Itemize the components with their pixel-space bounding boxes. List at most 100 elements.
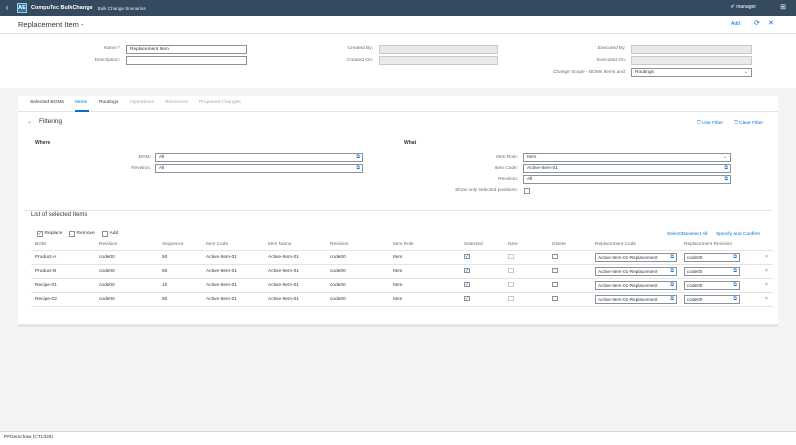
remove-row-icon[interactable]: × (765, 296, 768, 302)
cell-actions: × (761, 264, 773, 279)
add-option[interactable]: Add (102, 231, 118, 237)
cell-item-revision: code00 (326, 292, 389, 307)
clear-filter-button[interactable]: ⛉ Clear Filter (734, 120, 763, 126)
replacement-revision-input[interactable]: code00 ⧉ (684, 280, 740, 290)
replacement-code-input[interactable]: Active-Item-01-Replacement ⧉ (595, 266, 677, 276)
cell-item-code: Active-Item-01 (202, 250, 264, 265)
remove-option[interactable]: Remove (69, 231, 95, 237)
description-input[interactable] (126, 56, 247, 65)
apps-grid-icon[interactable]: ⊞ (780, 3, 786, 11)
bom-label: BOM: (138, 155, 151, 160)
tab-items[interactable]: Items (75, 100, 87, 105)
value-help-icon[interactable]: ⧉ (356, 154, 360, 161)
cell-item-name: Active-Item-01 (264, 278, 326, 293)
value-help-icon[interactable]: ⧉ (733, 296, 737, 303)
value-help-icon[interactable]: ⧉ (670, 296, 674, 303)
replacement-revision-input[interactable]: code00 ⧉ (684, 266, 740, 276)
table-row: Product-B code00 50 Active-Item-01 Activ… (31, 264, 773, 279)
footer-status: PFDemchaw (CTL028) (4, 435, 54, 440)
clear-filter-label: Clear Filter (739, 121, 763, 126)
cell-item-role: Item (389, 292, 460, 307)
value-help-icon[interactable]: ⧉ (733, 282, 737, 289)
bom-filter-value: All (159, 155, 165, 160)
replacement-code-input[interactable]: Active-Item-01-Replacement ⧉ (595, 252, 677, 262)
value-help-icon[interactable]: ⧉ (733, 268, 737, 275)
cell-replacement-revision: code00 ⧉ (680, 292, 761, 307)
col-sequence: Sequence (158, 240, 202, 251)
replacement-revision-input[interactable]: code00 ⧉ (684, 252, 740, 262)
remove-row-icon[interactable]: × (765, 268, 768, 274)
tab-routings[interactable]: Routings (99, 100, 118, 105)
col-replacement-code: Replacement Code (591, 240, 680, 251)
remove-row-icon[interactable]: × (765, 254, 768, 260)
tab-selected-boms[interactable]: Selected BOMs (30, 100, 64, 105)
cell-sequence: 10 (158, 278, 202, 293)
close-icon[interactable]: ✕ (768, 19, 774, 27)
add-checkbox[interactable] (102, 231, 108, 237)
user-menu[interactable]: ✐ manager (731, 4, 756, 10)
revision-filter-input[interactable]: All ⧉ (155, 164, 363, 173)
selected-checkbox[interactable]: ✓ (464, 267, 470, 274)
revision-label: Revision: (131, 166, 151, 171)
replacement-code-input[interactable]: Active-Item-01-Replacement ⧉ (595, 294, 677, 304)
remove-label: Remove (76, 231, 95, 237)
value-help-icon[interactable]: ⧉ (724, 165, 728, 172)
cell-actions: × (761, 278, 773, 293)
refresh-icon[interactable]: ⟳ (754, 19, 760, 27)
replacement-code-input[interactable]: Active-Item-01-Replacement ⧉ (595, 280, 677, 290)
collapse-icon[interactable]: ⌄ (27, 118, 32, 125)
change-scope-select[interactable]: Routings ⌄ (631, 68, 752, 77)
cell-actions: × (761, 292, 773, 307)
cell-replacement-code: Active-Item-01-Replacement ⧉ (591, 250, 680, 265)
cell-sequence: 50 (158, 264, 202, 279)
back-icon[interactable]: ‹ (0, 0, 14, 16)
name-value: Replacement Item (130, 47, 169, 52)
created-by-label: Created By: (347, 46, 373, 51)
use-filter-button[interactable]: ⛉ Use Filter (697, 120, 723, 126)
specify-confirm-button[interactable]: Specify and Confirm (716, 232, 760, 237)
cell-revision: code00 (95, 292, 158, 307)
delete-checkbox[interactable] (552, 281, 558, 288)
header-form: Name:* Replacement Item Description: Cre… (0, 34, 796, 88)
delete-checkbox[interactable] (552, 267, 558, 274)
value-help-icon[interactable]: ⧉ (724, 176, 728, 183)
cell-replacement-code: Active-Item-01-Replacement ⧉ (591, 278, 680, 293)
item-role-select[interactable]: Item ⌄ (523, 153, 731, 162)
cell-item-role: Item (389, 264, 460, 279)
replace-checkbox[interactable]: ✓ (37, 231, 43, 237)
value-help-icon[interactable]: ⧉ (670, 282, 674, 289)
tab-operations: Operations (130, 100, 154, 105)
bom-filter-input[interactable]: All ⧉ (155, 153, 363, 162)
delete-checkbox[interactable] (552, 295, 558, 302)
replacement-revision-input[interactable]: code00 ⧉ (684, 294, 740, 304)
item-code-input[interactable]: Active-Item-01 ⧉ (523, 164, 731, 173)
select-deselect-all-button[interactable]: Select/Deselect All (667, 232, 708, 237)
selected-checkbox[interactable]: ✓ (464, 295, 470, 302)
remove-row-icon[interactable]: × (765, 282, 768, 288)
add-button[interactable]: Add (731, 21, 740, 27)
selected-checkbox[interactable]: ✓ (464, 253, 470, 260)
what-revision-input[interactable]: All ⧉ (523, 175, 731, 184)
value-help-icon[interactable]: ⧉ (733, 254, 737, 261)
delete-checkbox[interactable] (552, 253, 558, 260)
value-help-icon[interactable]: ⧉ (670, 268, 674, 275)
item-code-label: Item Code: (494, 166, 518, 171)
name-input[interactable]: Replacement Item (126, 45, 247, 54)
col-new: New (504, 240, 548, 251)
cell-replacement-revision: code00 ⧉ (680, 250, 761, 265)
cell-revision: code00 (95, 250, 158, 265)
created-on-field (379, 56, 498, 65)
where-heading: Where (35, 140, 51, 146)
what-revision-label: Revision: (498, 177, 518, 182)
show-only-checkbox[interactable] (524, 188, 530, 194)
use-filter-label: Use Filter (702, 121, 723, 126)
cell-delete (548, 250, 591, 265)
remove-checkbox[interactable] (69, 231, 75, 237)
replace-option[interactable]: ✓ Replace (37, 231, 62, 237)
executed-on-field (631, 56, 752, 65)
selected-checkbox[interactable]: ✓ (464, 281, 470, 288)
cell-revision: code00 (95, 278, 158, 293)
value-help-icon[interactable]: ⧉ (356, 165, 360, 172)
clear-filter-icon: ⛉ (734, 121, 738, 126)
value-help-icon[interactable]: ⧉ (670, 254, 674, 261)
